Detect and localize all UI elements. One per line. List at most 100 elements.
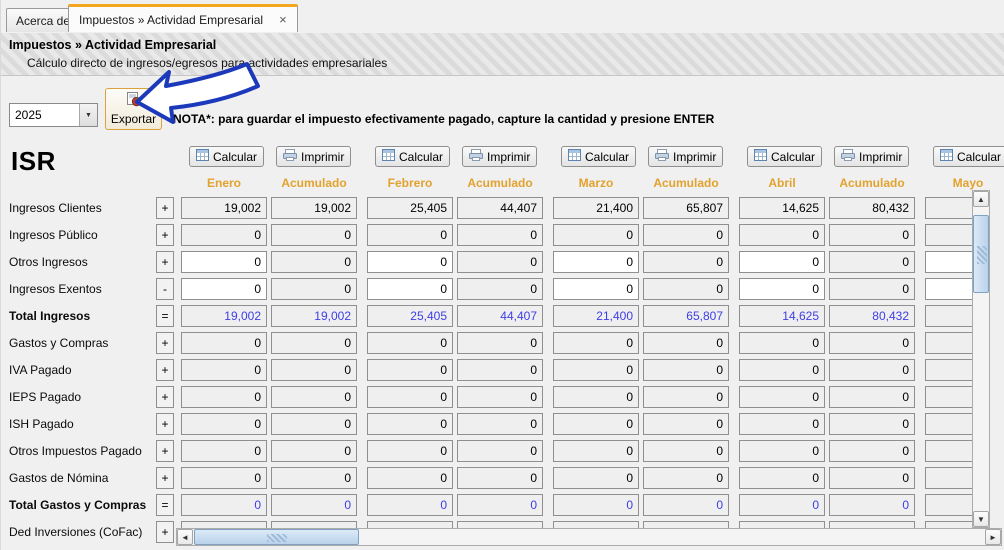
- accum-cell[interactable]: 0: [271, 467, 357, 489]
- value-cell[interactable]: 0: [739, 359, 825, 381]
- imprimir-button-abril[interactable]: Imprimir: [834, 146, 910, 167]
- value-cell[interactable]: 0: [181, 251, 267, 273]
- accum-cell[interactable]: 0: [271, 332, 357, 354]
- value-cell[interactable]: 0: [181, 467, 267, 489]
- accum-cell[interactable]: 0: [643, 386, 729, 408]
- value-cell[interactable]: 14,625: [739, 305, 825, 327]
- accum-cell[interactable]: 0: [829, 278, 915, 300]
- accum-cell[interactable]: 44,407: [457, 197, 543, 219]
- value-cell[interactable]: 0: [367, 359, 453, 381]
- accum-cell[interactable]: 0: [271, 494, 357, 516]
- value-cell[interactable]: 0: [739, 440, 825, 462]
- accum-cell[interactable]: 0: [829, 386, 915, 408]
- accum-cell[interactable]: 44,407: [457, 305, 543, 327]
- value-cell[interactable]: 0: [739, 413, 825, 435]
- value-cell[interactable]: 0: [367, 386, 453, 408]
- accum-cell[interactable]: 0: [457, 440, 543, 462]
- value-cell[interactable]: 0: [553, 440, 639, 462]
- imprimir-button-febrero[interactable]: Imprimir: [462, 146, 538, 167]
- accum-cell[interactable]: 0: [829, 251, 915, 273]
- accum-cell[interactable]: 0: [829, 494, 915, 516]
- value-cell[interactable]: 0: [553, 278, 639, 300]
- calcular-button-febrero[interactable]: Calcular: [375, 146, 451, 167]
- calcular-button-marzo[interactable]: Calcular: [561, 146, 637, 167]
- accum-cell[interactable]: 0: [457, 332, 543, 354]
- accum-cell[interactable]: 0: [271, 224, 357, 246]
- value-cell[interactable]: 0: [367, 467, 453, 489]
- value-cell[interactable]: 0: [739, 467, 825, 489]
- value-cell[interactable]: 0: [553, 467, 639, 489]
- value-cell[interactable]: 0: [739, 386, 825, 408]
- accum-cell[interactable]: 0: [271, 386, 357, 408]
- accum-cell[interactable]: 0: [643, 440, 729, 462]
- accum-cell[interactable]: 0: [457, 251, 543, 273]
- accum-cell[interactable]: 19,002: [271, 305, 357, 327]
- accum-cell[interactable]: 0: [829, 467, 915, 489]
- value-cell[interactable]: 0: [181, 278, 267, 300]
- accum-cell[interactable]: 0: [643, 413, 729, 435]
- horizontal-scrollbar-thumb[interactable]: [194, 529, 359, 545]
- accum-cell[interactable]: 0: [829, 413, 915, 435]
- value-cell[interactable]: 0: [553, 386, 639, 408]
- value-cell[interactable]: 0: [367, 332, 453, 354]
- vertical-scrollbar[interactable]: ▲ ▼: [972, 190, 990, 528]
- accum-cell[interactable]: 0: [829, 440, 915, 462]
- value-cell[interactable]: 0: [553, 332, 639, 354]
- accum-cell[interactable]: 0: [829, 359, 915, 381]
- value-cell[interactable]: 0: [181, 413, 267, 435]
- accum-cell[interactable]: 0: [457, 386, 543, 408]
- accum-cell[interactable]: 0: [271, 251, 357, 273]
- imprimir-button-marzo[interactable]: Imprimir: [648, 146, 724, 167]
- accum-cell[interactable]: 0: [829, 332, 915, 354]
- calcular-button-abril[interactable]: Calcular: [747, 146, 823, 167]
- accum-cell[interactable]: 0: [457, 359, 543, 381]
- accum-cell[interactable]: 0: [829, 224, 915, 246]
- accum-cell[interactable]: 19,002: [271, 197, 357, 219]
- value-cell[interactable]: 0: [739, 278, 825, 300]
- accum-cell[interactable]: 80,432: [829, 305, 915, 327]
- vertical-scrollbar-thumb[interactable]: [973, 215, 989, 293]
- value-cell[interactable]: 0: [553, 359, 639, 381]
- value-cell[interactable]: 0: [739, 332, 825, 354]
- accum-cell[interactable]: 0: [271, 440, 357, 462]
- value-cell[interactable]: 25,405: [367, 197, 453, 219]
- horizontal-scrollbar[interactable]: ◄ ►: [176, 528, 1002, 546]
- value-cell[interactable]: 0: [181, 494, 267, 516]
- scroll-right-button[interactable]: ►: [985, 529, 1001, 545]
- accum-cell[interactable]: 0: [643, 224, 729, 246]
- value-cell[interactable]: 0: [739, 224, 825, 246]
- calcular-button-enero[interactable]: Calcular: [189, 146, 265, 167]
- accum-cell[interactable]: 0: [643, 494, 729, 516]
- value-cell[interactable]: 0: [181, 332, 267, 354]
- value-cell[interactable]: 25,405: [367, 305, 453, 327]
- accum-cell[interactable]: 80,432: [829, 197, 915, 219]
- close-icon[interactable]: ×: [279, 13, 287, 26]
- value-cell[interactable]: 0: [367, 278, 453, 300]
- value-cell[interactable]: 21,400: [553, 197, 639, 219]
- scroll-left-button[interactable]: ◄: [177, 529, 193, 545]
- value-cell[interactable]: 0: [553, 251, 639, 273]
- value-cell[interactable]: 0: [367, 440, 453, 462]
- scroll-down-button[interactable]: ▼: [973, 511, 989, 527]
- accum-cell[interactable]: 0: [271, 359, 357, 381]
- accum-cell[interactable]: 65,807: [643, 305, 729, 327]
- value-cell[interactable]: 19,002: [181, 197, 267, 219]
- value-cell[interactable]: 0: [553, 494, 639, 516]
- accum-cell[interactable]: 0: [643, 359, 729, 381]
- value-cell[interactable]: 0: [367, 224, 453, 246]
- value-cell[interactable]: 21,400: [553, 305, 639, 327]
- value-cell[interactable]: 0: [367, 251, 453, 273]
- value-cell[interactable]: 0: [181, 386, 267, 408]
- value-cell[interactable]: 0: [367, 494, 453, 516]
- value-cell[interactable]: 0: [181, 440, 267, 462]
- chevron-down-icon[interactable]: ▼: [79, 104, 97, 126]
- tab-impuestos-actividad-empresarial[interactable]: Impuestos » Actividad Empresarial ×: [68, 4, 298, 32]
- accum-cell[interactable]: 0: [643, 332, 729, 354]
- accum-cell[interactable]: 0: [457, 467, 543, 489]
- export-button[interactable]: Exportar: [105, 88, 162, 130]
- accum-cell[interactable]: 0: [643, 251, 729, 273]
- accum-cell[interactable]: 0: [643, 278, 729, 300]
- imprimir-button-enero[interactable]: Imprimir: [276, 146, 352, 167]
- value-cell[interactable]: 0: [739, 251, 825, 273]
- accum-cell[interactable]: 65,807: [643, 197, 729, 219]
